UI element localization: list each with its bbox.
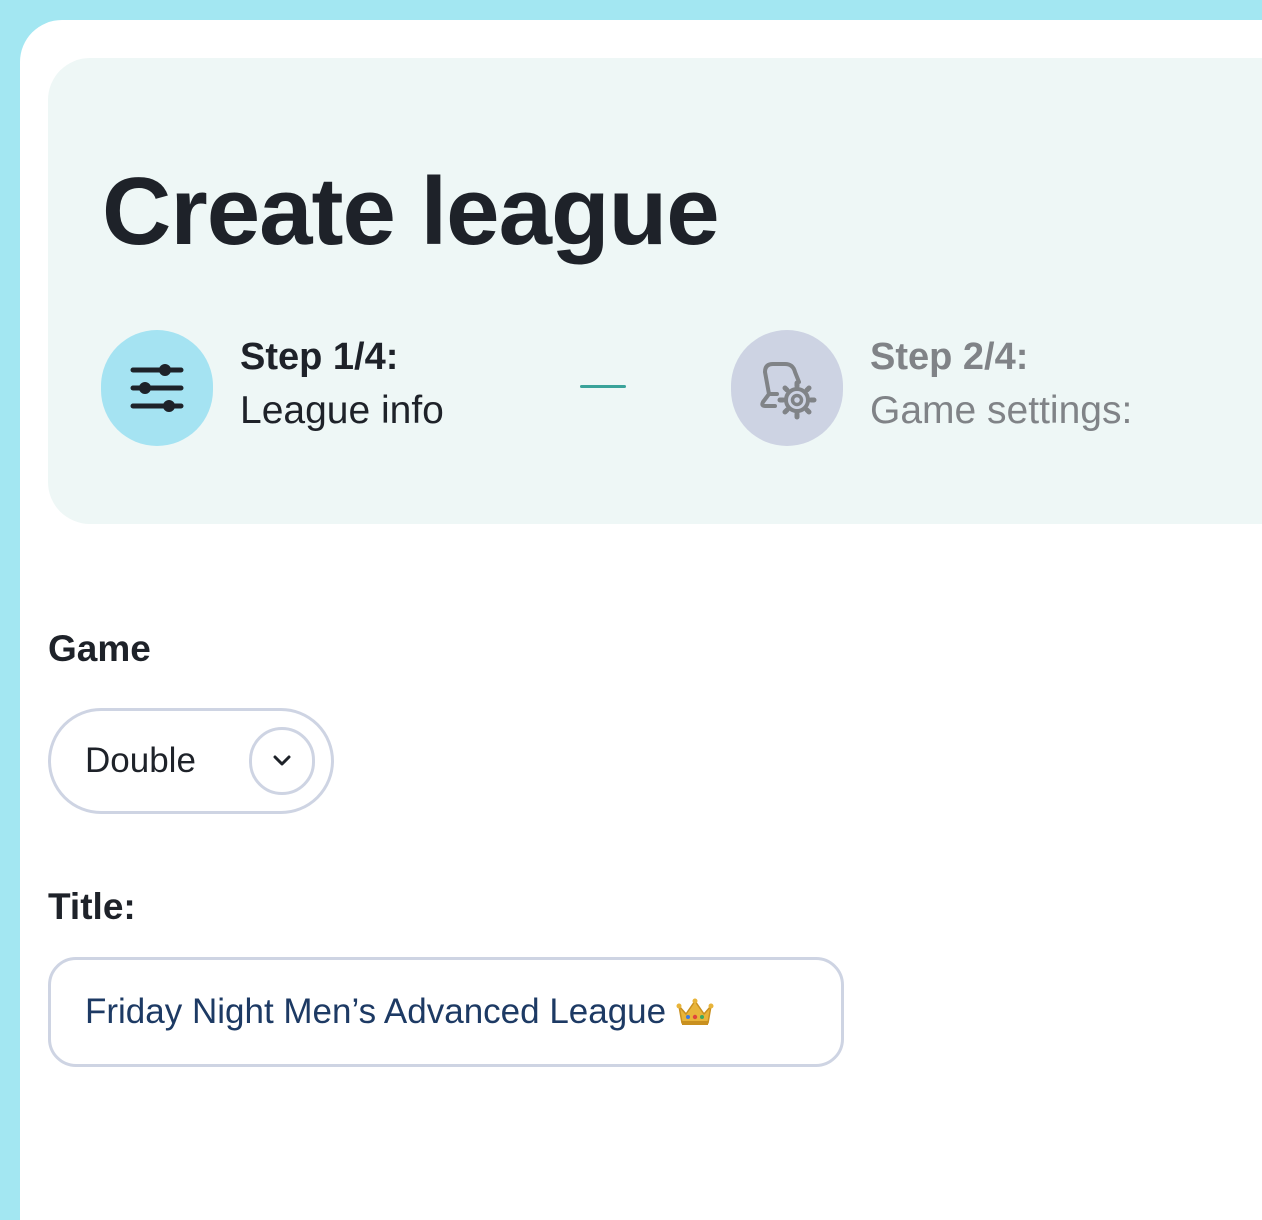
game-field-label: Game — [48, 628, 151, 669]
step-2-number: Step 2/4: — [870, 336, 1029, 378]
step-1-label: League info — [240, 389, 444, 432]
step-league-info[interactable]: Step 1/4: League info — [101, 330, 444, 446]
page-title: Create league — [102, 158, 720, 265]
step-1-icon-circle — [101, 330, 213, 446]
game-settings-icon — [760, 362, 817, 420]
game-select-value: Double — [85, 741, 196, 780]
title-input[interactable]: Friday Night Men’s Advanced League — [48, 957, 844, 1067]
crown-icon — [676, 996, 714, 1028]
sliders-icon — [130, 364, 184, 412]
step-2-icon-circle — [731, 330, 843, 446]
step-connector — [580, 385, 626, 388]
step-2-label: Game settings: — [870, 389, 1133, 432]
game-select[interactable]: Double — [48, 708, 334, 814]
header-card — [48, 58, 1262, 524]
chevron-down-icon — [273, 755, 291, 766]
step-game-settings[interactable]: Step 2/4: Game settings: — [731, 330, 1132, 446]
title-field-label: Title: — [48, 886, 136, 927]
step-1-number: Step 1/4: — [240, 336, 399, 378]
game-select-toggle[interactable] — [249, 727, 315, 795]
title-input-value: Friday Night Men’s Advanced League — [85, 992, 667, 1031]
